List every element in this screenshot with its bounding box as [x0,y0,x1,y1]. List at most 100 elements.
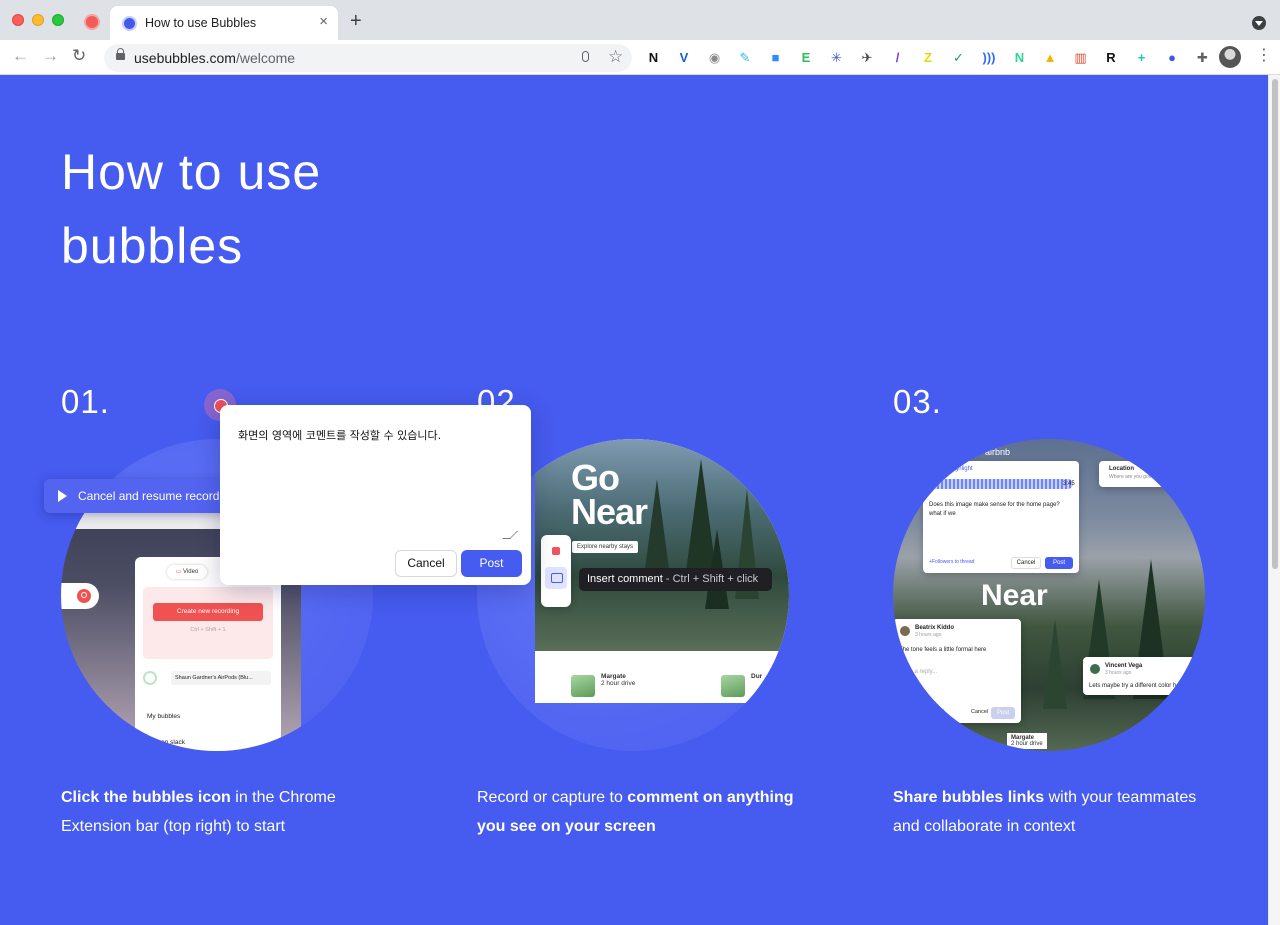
tab-close-icon[interactable]: × [319,14,328,30]
insert-comment-tooltip: Insert comment - Ctrl + Shift + click [579,568,772,591]
active-tab[interactable]: How to use Bubbles × [110,6,338,40]
bubbles-favicon-icon [122,16,137,31]
capture-toolbar [541,535,571,607]
tab-strip: How to use Bubbles × + [0,0,1280,40]
microphone-icon[interactable] [582,51,589,62]
tab-title: How to use Bubbles [145,16,257,30]
post-button[interactable]: Post [461,550,522,577]
url-path: /welcome [235,50,296,66]
followers-link: +Followers to thread [899,709,945,715]
listing-1-sub: 2 hour drive [601,680,636,687]
headline: Near [981,579,1048,612]
browser-menu-icon[interactable]: ⋮ [1256,46,1272,66]
explore-button: Explore nearby stays [572,541,639,553]
notion-icon[interactable]: N [645,49,662,66]
help-link: help on slack [147,739,185,746]
forest-hero-image: Go Near Explore nearby stays [535,439,789,651]
step-2-desc-pre: Record or capture to [477,789,628,806]
vimeo-icon[interactable]: V [676,49,693,66]
location-sub: Where are you going? [1109,474,1159,480]
window-minimize-button[interactable] [32,14,44,26]
evernote-icon[interactable]: E [798,49,815,66]
step-1-number: 01. [61,383,110,420]
step-1-description: Click the bubbles icon in the Chrome Ext… [61,783,391,841]
check-icon[interactable]: ✓ [950,49,967,66]
r-icon[interactable]: R [1103,49,1120,66]
wave-icon[interactable]: ))) [981,49,998,66]
url-text[interactable]: usebubbles.com/welcome [134,50,295,66]
url-domain: usebubbles.com [134,50,236,66]
comment-post-button: Post [1045,557,1073,569]
listing-1-name: Margate [601,673,626,680]
play-icon [58,490,67,502]
back-button[interactable]: ← [12,46,29,66]
comment-cancel-button: Cancel [1011,557,1041,569]
commenter-2-name: Vincent Vega [1105,663,1143,669]
comment-modal: 화면의 영역에 코멘트를 작성할 수 있습니다. Cancel Post [220,405,531,585]
step-3-description: Share bubbles links with your teammates … [893,783,1223,841]
tab-search-icon[interactable] [1252,16,1266,30]
recording-panel: Create new recording Ctrl + Shift + 1 [143,587,273,659]
commenter-2-time: 3 hours ago [1105,670,1132,676]
search-icon [77,589,91,603]
step-2-description: Record or capture to comment on anything… [477,783,807,841]
headline-line-2: Near [571,491,648,532]
step-3-desc-bold: Share bubbles links [893,789,1045,806]
bookmark-star-icon[interactable]: ☆ [608,47,623,67]
step-1-desc-bold: Click the bubbles icon [61,789,231,806]
mic-icon [143,671,157,685]
location-field: Location Where are you going? [1099,461,1171,487]
window-close-button[interactable] [12,14,24,26]
reload-button[interactable]: ↻ [72,46,86,66]
puzzle-icon[interactable]: ✚ [1194,49,1211,66]
bubbles-icon[interactable]: ● [1164,49,1181,66]
scrollbar-thumb[interactable] [1272,79,1278,569]
crane-icon[interactable]: ✈ [859,49,876,66]
zoom-icon[interactable]: ■ [767,49,784,66]
audio-waveform [929,479,1073,489]
lock-icon[interactable] [116,48,125,60]
audio-duration: 3:45 [1063,481,1075,487]
resume-recording-pill[interactable]: Cancel and resume recording [44,479,244,513]
followers-link: +Followers to thread [929,559,975,565]
address-bar[interactable]: usebubbles.com/welcome ☆ [104,44,632,72]
record-icon [552,547,560,555]
comment-textarea[interactable]: 화면의 영역에 코멘트를 작성할 수 있습니다. [238,427,441,443]
video-tab-label: Video [183,569,199,575]
page-scrollbar[interactable] [1268,75,1280,925]
thread-cancel-button: Cancel [971,709,989,715]
video-icon: ▭ [175,569,184,575]
pinned-tab-icon[interactable] [84,14,100,30]
asterisk-icon[interactable]: ✳ [828,49,845,66]
tooltip-label: Insert comment [587,573,663,585]
plus-circle-icon[interactable]: + [1133,49,1150,66]
pen-icon[interactable]: ✎ [737,49,754,66]
view-highlight: ✓ View highlight [929,466,973,472]
video-tab: ▭ Video [167,565,207,579]
z-icon[interactable]: Z [920,49,937,66]
step-3-number: 03. [893,383,942,420]
create-recording-button: Create new recording [153,603,263,621]
drive-icon[interactable]: ▲ [1042,49,1059,66]
window-zoom-button[interactable] [52,14,64,26]
resize-handle-icon[interactable] [502,531,518,539]
forward-button[interactable]: → [42,46,59,66]
chart-icon[interactable]: ▥ [1072,49,1089,66]
profile-avatar[interactable] [1219,46,1241,68]
commenter-1-time: 3 hours ago [915,632,942,638]
thread-panel: Beatrix Kiddo 3 hours ago The tone feels… [893,619,1021,723]
commenter-1-name: Beatrix Kiddo [915,625,955,631]
feather-icon[interactable]: / [889,49,906,66]
airbnb-logo: airbnb [985,447,1011,457]
comment-2-text: Lets maybe try a different color here [1089,683,1185,689]
listing-2-name: Dur [751,673,763,680]
comment-icon [545,567,567,589]
new-tab-button[interactable]: + [350,11,362,31]
camera-icon[interactable]: ◉ [706,49,723,66]
avatar [1089,663,1101,675]
reply-panel: Vincent Vega 3 hours ago Lets maybe try … [1083,657,1205,695]
n-icon[interactable]: N [1011,49,1028,66]
comment-1-text: The tone feels a little formal here [899,647,987,653]
location-label: Location [1109,466,1134,472]
cancel-button[interactable]: Cancel [395,550,457,577]
